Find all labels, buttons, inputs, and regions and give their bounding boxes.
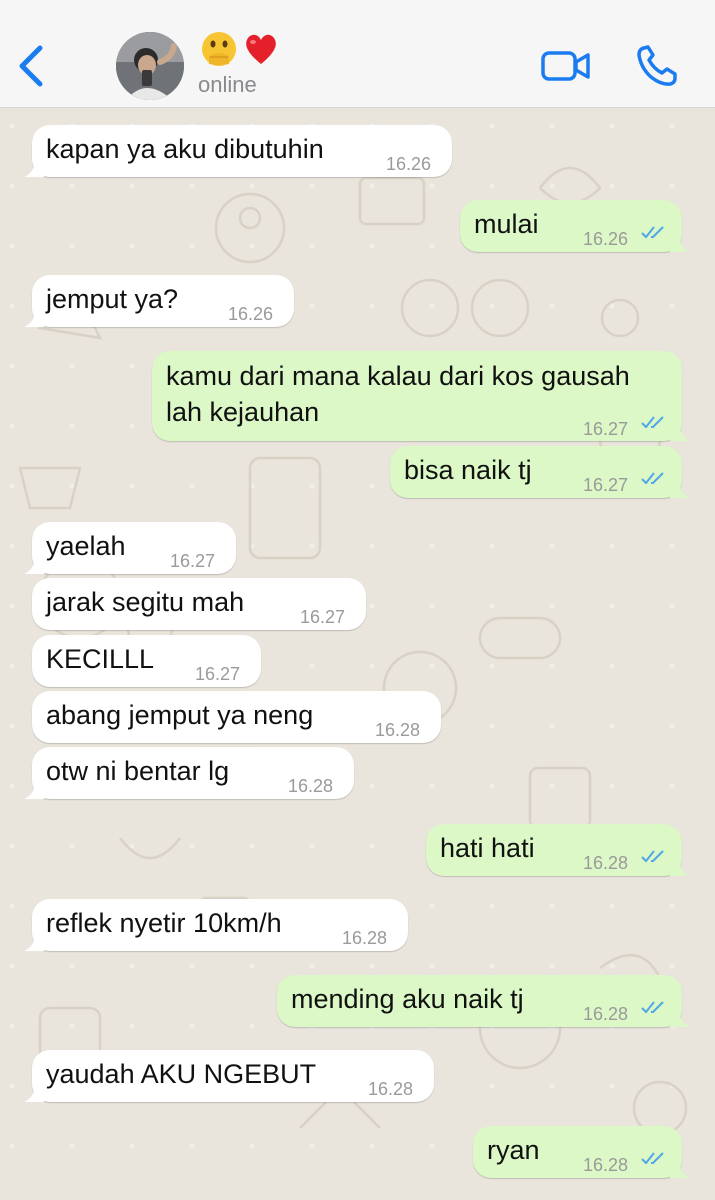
message-time: 16.27	[583, 475, 629, 495]
bubble-tail	[670, 1160, 690, 1178]
double-check-icon	[641, 1001, 664, 1014]
message-time: 16.28	[288, 776, 334, 796]
message-text: mending aku naik tj	[291, 984, 524, 1014]
message-text: bisa naik tj	[404, 455, 532, 485]
bubble-tail	[670, 480, 690, 498]
contact-status: online	[198, 72, 257, 97]
video-camera-icon	[541, 51, 590, 81]
message-text: kapan ya aku dibutuhin	[46, 134, 324, 164]
message-time: 16.27	[195, 664, 241, 684]
bubble-tail	[24, 933, 44, 951]
bubble-tail	[670, 858, 690, 876]
message-text: otw ni bentar lg	[46, 756, 230, 786]
message-time: 16.28	[375, 720, 421, 740]
message-incoming[interactable]: kapan ya aku dibutuhin 16.26	[24, 125, 452, 177]
message-time: 16.28	[368, 1079, 414, 1099]
back-button[interactable]	[14, 44, 48, 88]
message-text: hati hati	[440, 833, 535, 863]
bubble-tail	[670, 423, 690, 441]
message-time: 16.26	[386, 154, 432, 174]
bubble-tail	[24, 556, 44, 574]
message-outgoing[interactable]: ryan 16.28	[473, 1126, 690, 1178]
message-text: ryan	[487, 1135, 540, 1165]
red-heart-emoji	[246, 34, 276, 64]
bubble-tail	[24, 309, 44, 327]
avatar-photo	[116, 32, 184, 100]
message-time: 16.27	[170, 551, 216, 571]
chat-header: online	[0, 0, 715, 108]
message-incoming[interactable]: jarak segitu mah 16.27	[32, 578, 366, 630]
message-outgoing[interactable]: bisa naik tj 16.27	[390, 446, 690, 498]
video-call-button[interactable]	[540, 48, 592, 84]
hand-over-mouth-emoji	[202, 32, 236, 66]
message-text: KECILLL	[46, 644, 155, 674]
bubble-tail	[24, 159, 44, 177]
phone-icon	[637, 45, 677, 86]
double-check-icon	[641, 1152, 664, 1165]
message-text: jarak segitu mah	[46, 587, 245, 617]
message-text: jemput ya?	[46, 284, 179, 314]
message-text: yaelah	[46, 531, 126, 561]
message-text: reflek nyetir 10km/h	[46, 908, 282, 938]
message-time: 16.27	[583, 419, 629, 439]
chevron-left-icon	[19, 45, 43, 87]
message-time: 16.27	[300, 607, 346, 627]
message-list[interactable]: kapan ya aku dibutuhin 16.26 mulai 16.26…	[0, 108, 715, 1200]
message-time: 16.28	[583, 853, 629, 873]
bubble-tail	[670, 234, 690, 252]
contact-name[interactable]	[200, 30, 280, 70]
bubble-tail	[24, 1084, 44, 1102]
message-time: 16.28	[583, 1155, 629, 1175]
message-incoming[interactable]: jemput ya? 16.26	[24, 275, 294, 327]
message-text: mulai	[474, 209, 539, 239]
bubble-tail	[670, 1009, 690, 1027]
message-time: 16.28	[583, 1004, 629, 1024]
message-incoming[interactable]: abang jemput ya neng 16.28	[32, 691, 441, 743]
message-time: 16.28	[342, 928, 388, 948]
message-text: kamu dari mana kalau dari kos gausah lah…	[166, 361, 630, 427]
contact-avatar[interactable]	[116, 32, 184, 100]
message-outgoing[interactable]: mulai 16.26	[460, 200, 690, 252]
double-check-icon	[641, 472, 664, 485]
message-outgoing[interactable]: kamu dari mana kalau dari kos gausah lah…	[152, 351, 690, 441]
message-incoming[interactable]: otw ni bentar lg 16.28	[24, 747, 354, 799]
message-incoming[interactable]: KECILLL 16.27	[32, 635, 261, 687]
message-incoming[interactable]: reflek nyetir 10km/h 16.28	[24, 899, 408, 951]
message-time: 16.26	[583, 229, 629, 249]
message-outgoing[interactable]: hati hati 16.28	[426, 824, 690, 876]
message-outgoing[interactable]: mending aku naik tj 16.28	[277, 975, 690, 1027]
double-check-icon	[641, 416, 664, 429]
message-text: abang jemput ya neng	[46, 700, 314, 730]
message-incoming[interactable]: yaelah 16.27	[24, 522, 236, 574]
message-time: 16.26	[228, 304, 274, 324]
message-text: yaudah AKU NGEBUT	[46, 1059, 317, 1089]
message-incoming[interactable]: yaudah AKU NGEBUT 16.28	[24, 1050, 434, 1102]
voice-call-button[interactable]	[634, 44, 680, 88]
double-check-icon	[641, 226, 664, 239]
bubble-tail	[24, 781, 44, 799]
double-check-icon	[641, 850, 664, 863]
